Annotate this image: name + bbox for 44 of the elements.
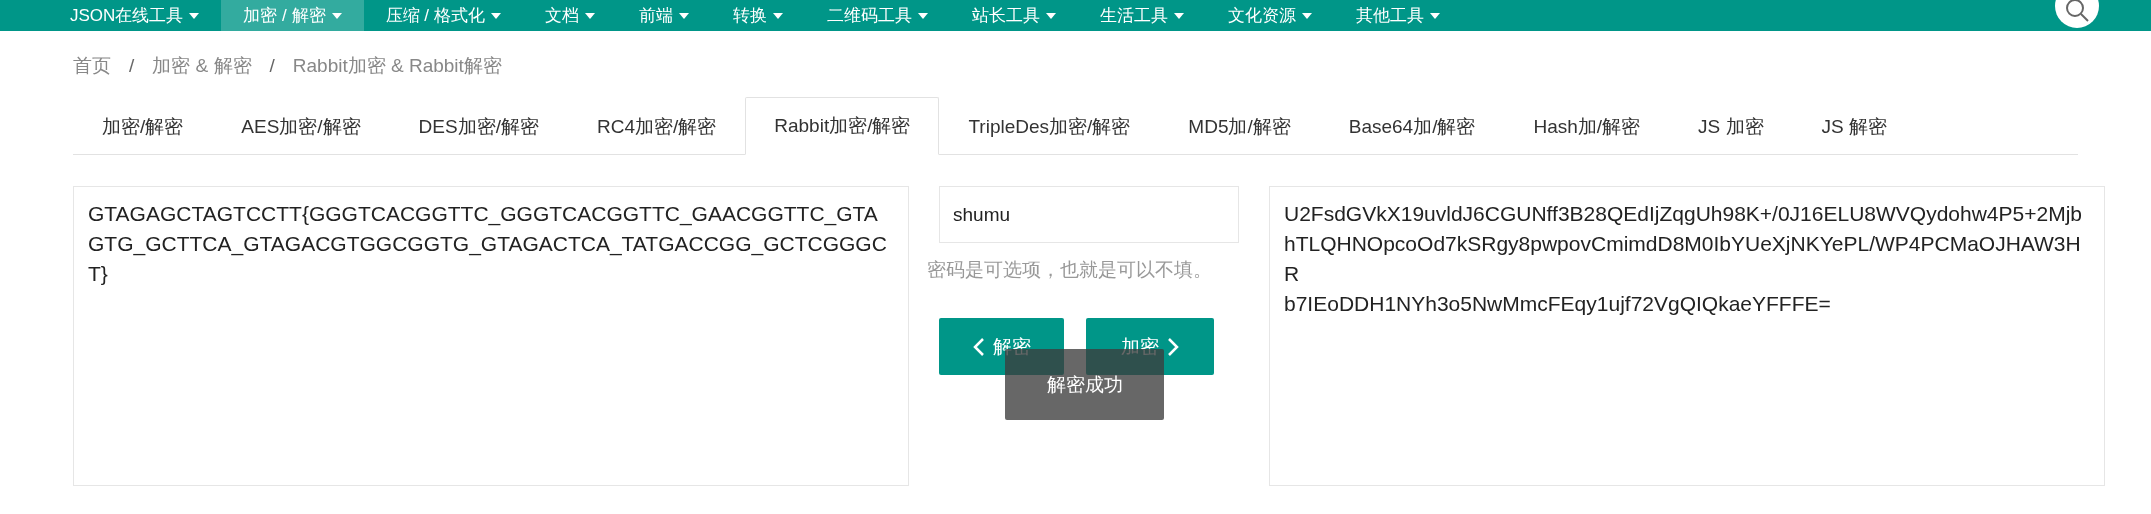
nav-menu-item[interactable]: 站长工具	[949, 0, 1078, 31]
ciphertext-area[interactable]: U2FsdGVkX19uvldJ6CGUNff3B28QEdIjZqgUh98K+/0J16ELU8WVQydohw4P5+2MjbhTLQHNOpcoOd7kSRgy8pwpovCmimdD8M0IbYUeXjNKYePL/WP4PCMaOJHAW3HR b7IEoDDH1NYh3o5NwMmcFEqy1ujf72VgQIQkaeYFFFE=	[1269, 186, 2105, 486]
password-field[interactable]: shumu	[939, 186, 1239, 243]
nav-menu-item[interactable]: 文化资源	[1205, 0, 1334, 31]
chevron-left-icon	[972, 336, 985, 357]
tab[interactable]: JS 解密	[1792, 97, 1916, 155]
caret-icon	[331, 12, 342, 19]
caret-icon	[490, 12, 501, 19]
breadcrumb-link[interactable]: 首页	[73, 53, 111, 79]
caret-icon	[1301, 12, 1312, 19]
tab[interactable]: Hash加/解密	[1504, 97, 1670, 155]
tab[interactable]: Rabbit加密/解密	[745, 97, 940, 155]
tab[interactable]: 加密/解密	[73, 97, 213, 155]
breadcrumb-separator: /	[268, 55, 276, 77]
nav-menu-item[interactable]: 文档	[522, 0, 617, 31]
tab[interactable]: AES加密/解密	[212, 97, 390, 155]
chevron-right-icon	[1167, 336, 1179, 357]
nav-menu-item[interactable]: 加密 / 解密	[221, 0, 364, 31]
nav-menu-item[interactable]: 前端	[616, 0, 711, 31]
caret-icon	[584, 12, 595, 19]
password-hint: 密码是可选项，也就是可以不填。	[927, 258, 1213, 282]
nav-menu-item[interactable]: 其他工具	[1333, 0, 1462, 31]
nav-menu-item[interactable]: 二维码工具	[804, 0, 950, 31]
tab[interactable]: JS 加密	[1669, 97, 1793, 155]
caret-icon	[1045, 12, 1056, 19]
caret-icon	[917, 12, 928, 19]
caret-icon	[1429, 12, 1440, 19]
nav-menu-item[interactable]: JSON在线工具	[48, 0, 222, 31]
breadcrumb-separator: /	[128, 55, 136, 77]
caret-icon	[1173, 12, 1184, 19]
tab[interactable]: TripleDes加密/解密	[939, 97, 1160, 155]
caret-icon	[189, 12, 200, 19]
breadcrumb-link[interactable]: 加密 & 解密	[152, 53, 252, 79]
plaintext-area[interactable]: GTAGAGCTAGTCCTT{GGGTCACGGTTC_GGGTCACGGTTC_GAACGGTTC_GTAGTG_GCTTCA_GTAGACGTGGCGGTG_GTAGACTCA_TATGACCGG_GCTCGGGCT}	[73, 186, 909, 486]
caret-icon	[678, 12, 689, 19]
breadcrumb-link[interactable]: Rabbit加密 & Rabbit解密	[292, 53, 502, 79]
tab[interactable]: DES加密/解密	[389, 97, 568, 155]
nav-menu-item[interactable]: 生活工具	[1077, 0, 1206, 31]
tab[interactable]: MD5加/解密	[1159, 97, 1320, 155]
caret-icon	[772, 12, 783, 19]
nav-menu-item[interactable]: 压缩 / 格式化	[363, 0, 523, 31]
tab[interactable]: RC4加密/解密	[567, 97, 746, 155]
nav-menu-item[interactable]: 转换	[710, 0, 805, 31]
tab[interactable]: Base64加/解密	[1319, 97, 1505, 155]
